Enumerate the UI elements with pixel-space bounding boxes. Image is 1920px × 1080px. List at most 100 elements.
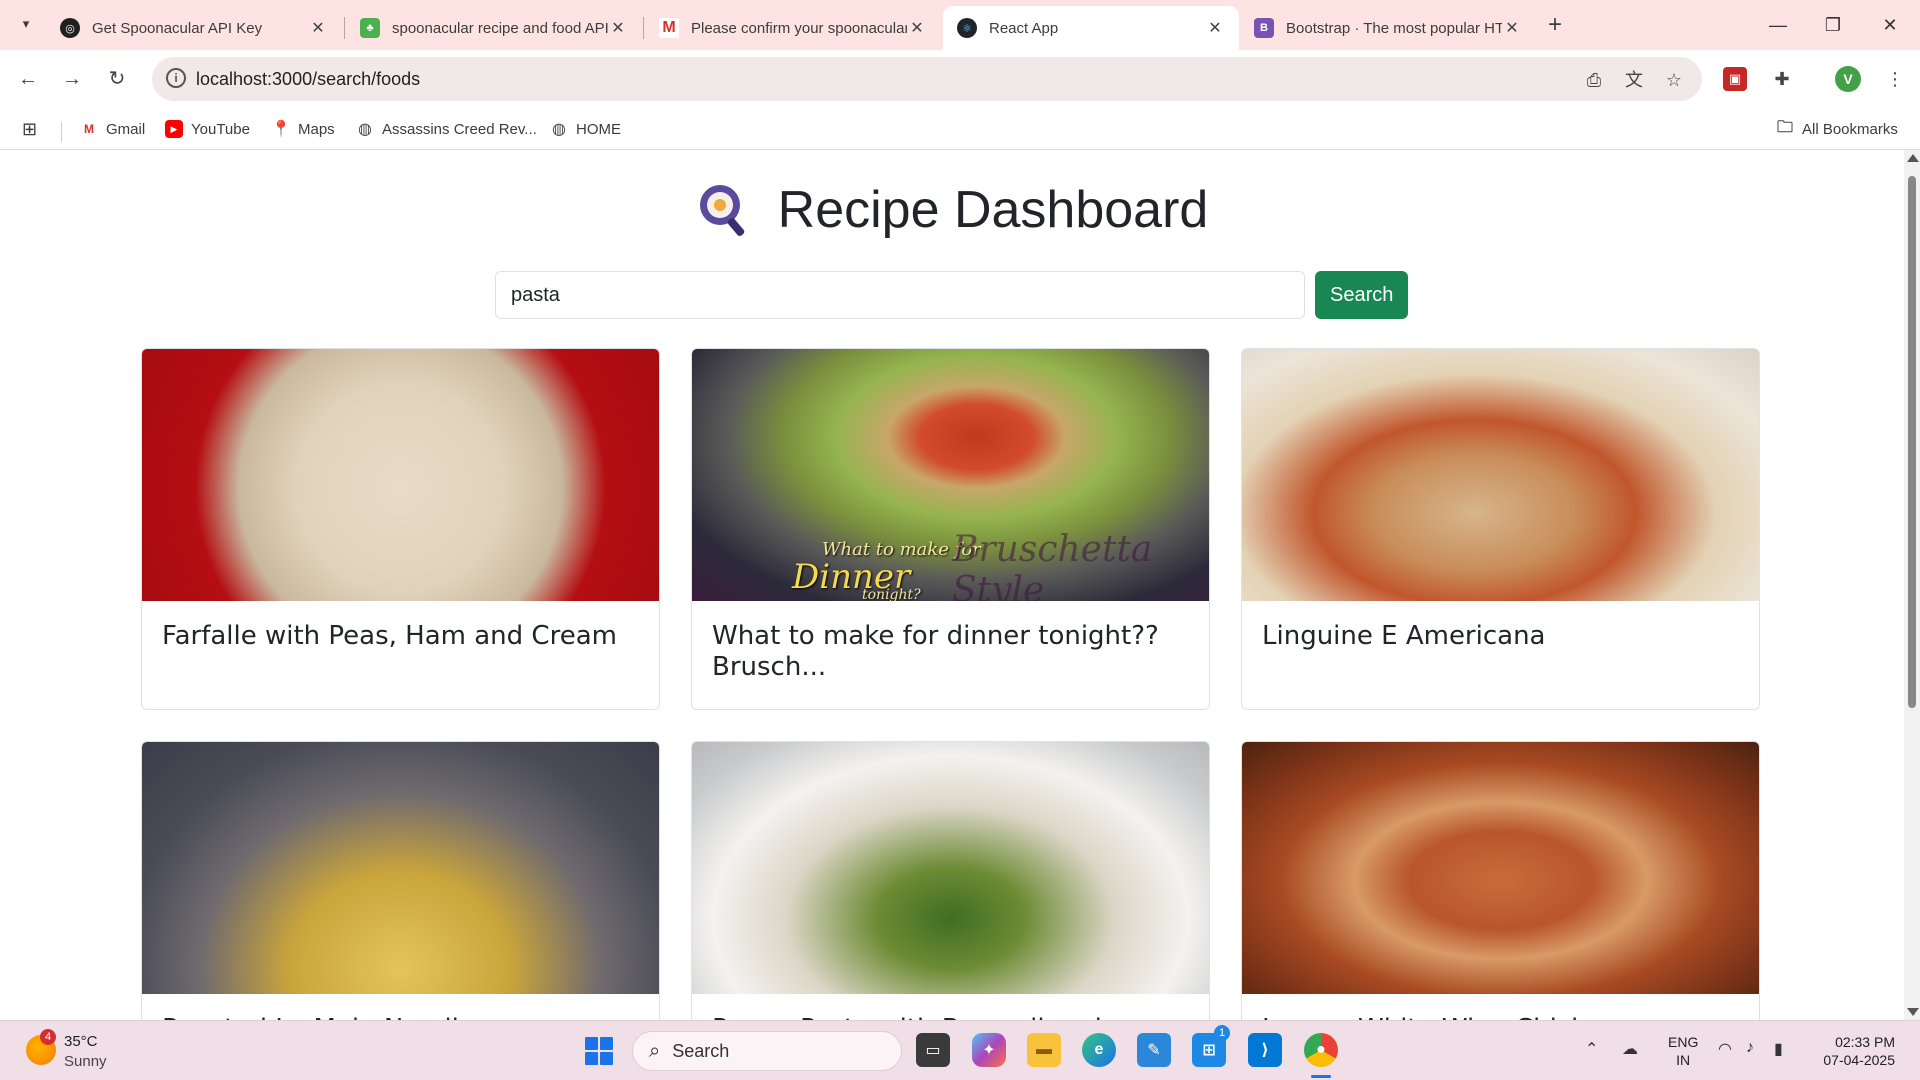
apps-grid-icon[interactable]: ⊞	[22, 116, 37, 142]
chrome-menu-icon[interactable]: ⋮	[1880, 64, 1910, 94]
tab-search-chevron-icon[interactable]: ▾	[12, 10, 40, 38]
recipe-title[interactable]: Farfalle with Peas, Ham and Cream	[142, 601, 659, 652]
url-text[interactable]: localhost:3000/search/foods	[196, 69, 420, 90]
windows-start-icon[interactable]	[585, 1037, 613, 1065]
tab-gmail-confirm[interactable]: M Please confirm your spoonacular ✕	[645, 6, 941, 50]
edge-icon[interactable]: e	[1082, 1033, 1116, 1067]
tab-close-icon[interactable]: ✕	[1205, 18, 1225, 38]
extensions-puzzle-icon[interactable]: ✚	[1767, 64, 1797, 94]
vscode-icon[interactable]: ⟩	[1248, 1033, 1282, 1067]
recipe-card[interactable]: Farfalle with Peas, Ham and Cream	[141, 348, 660, 710]
wifi-icon[interactable]: ◠	[1718, 1039, 1732, 1059]
recipe-title[interactable]: Roasted Lo Mein Noodles	[142, 994, 659, 1020]
recipe-image[interactable]	[142, 349, 659, 601]
maps-pin-icon: 📍	[271, 121, 291, 138]
scrollbar-thumb[interactable]	[1908, 176, 1916, 708]
recipe-image[interactable]	[1242, 349, 1759, 601]
bookmark-star-icon[interactable]: ☆	[1661, 67, 1687, 93]
install-app-icon[interactable]: ⎙	[1581, 67, 1607, 93]
tab-react-app[interactable]: ⚛ React App ✕	[943, 6, 1239, 50]
tab-bootstrap[interactable]: B Bootstrap · The most popular HTML ✕	[1240, 6, 1536, 50]
weather-condition[interactable]: Sunny	[64, 1053, 107, 1070]
new-tab-plus-icon[interactable]: +	[1540, 10, 1570, 40]
globe-icon: ◍	[552, 121, 566, 138]
minimize-icon[interactable]: —	[1758, 8, 1798, 42]
language-indicator[interactable]: ENG IN	[1668, 1033, 1698, 1069]
youtube-icon: ▶	[165, 120, 183, 138]
weather-temperature[interactable]: 35°C	[64, 1033, 98, 1050]
bookmark-label: Assassins Creed Rev...	[382, 120, 537, 138]
recipe-card[interactable]: Penne Pasta with Broccoli and Cheese	[691, 741, 1210, 1020]
tab-spoonacular-api[interactable]: ♣ spoonacular recipe and food API ✕	[346, 6, 642, 50]
chevron-up-icon[interactable]: ⌃	[1585, 1039, 1598, 1059]
recipe-search-input[interactable]	[495, 271, 1305, 319]
tab-close-icon[interactable]: ✕	[608, 18, 628, 38]
search-icon: ⌕	[649, 1039, 661, 1062]
profile-avatar[interactable]: V	[1835, 66, 1861, 92]
tab-title: spoonacular recipe and food API	[392, 19, 608, 37]
address-bar[interactable]: i localhost:3000/search/foods ⎙ 文 ☆	[152, 57, 1702, 101]
recipe-title[interactable]: Lemon White Wine Chicken over Linguine	[1242, 994, 1759, 1020]
recipe-card[interactable]: Lemon White Wine Chicken over Linguine	[1241, 741, 1760, 1020]
page-header: Recipe Dashboard	[0, 180, 1904, 240]
bookmark-label: Maps	[298, 120, 335, 138]
recipe-image[interactable]	[1242, 742, 1759, 994]
bookmark-label: HOME	[576, 120, 621, 138]
scroll-up-arrow-icon[interactable]	[1907, 154, 1919, 162]
chrome-icon[interactable]: ●	[1304, 1033, 1338, 1067]
recipe-title[interactable]: Penne Pasta with Broccoli and Cheese	[692, 994, 1209, 1020]
recipe-title[interactable]: Linguine E Americana	[1242, 601, 1759, 652]
translate-icon[interactable]: 文	[1621, 67, 1647, 93]
recipe-card[interactable]: What to make for Dinner tonight? Brusche…	[691, 348, 1210, 710]
clock-date: 07-04-2025	[1823, 1052, 1895, 1068]
extension-red-icon[interactable]: ▣	[1723, 67, 1747, 91]
pen-app-icon[interactable]: ✎	[1137, 1033, 1171, 1067]
gmail-icon: M	[84, 122, 94, 136]
tab-close-icon[interactable]: ✕	[1502, 18, 1522, 38]
bookmark-assassins-creed[interactable]: ◍ Assassins Creed Rev...	[356, 116, 537, 142]
all-bookmarks-label: All Bookmarks	[1802, 120, 1898, 138]
bookmark-home[interactable]: ◍ HOME	[550, 116, 621, 142]
react-favicon-icon: ⚛	[957, 18, 977, 38]
copilot-icon[interactable]: ✦	[972, 1033, 1006, 1067]
reload-icon[interactable]: ↻	[101, 63, 133, 95]
browser-toolbar: ← → ↻ i localhost:3000/search/foods ⎙ 文 …	[0, 50, 1920, 108]
search-button[interactable]: Search	[1315, 271, 1409, 319]
recipe-title[interactable]: What to make for dinner tonight?? Brusch…	[692, 601, 1209, 683]
taskbar-search-box[interactable]: ⌕ Search	[632, 1031, 902, 1071]
clock-time: 02:33 PM	[1835, 1034, 1895, 1050]
recipe-card[interactable]: Linguine E Americana	[1241, 348, 1760, 710]
close-window-icon[interactable]: ✕	[1870, 8, 1910, 42]
spoonacular-favicon-icon: ♣	[360, 18, 380, 38]
all-bookmarks[interactable]: 🗀 All Bookmarks	[1776, 116, 1898, 142]
back-arrow-icon[interactable]: ←	[12, 63, 44, 95]
tab-title: Get Spoonacular API Key	[92, 19, 263, 37]
tab-get-api-key[interactable]: ◎ Get Spoonacular API Key ✕	[46, 6, 342, 50]
gmail-favicon-icon: M	[659, 18, 679, 38]
system-clock[interactable]: 02:33 PM 07-04-2025	[1815, 1033, 1895, 1069]
task-view-icon[interactable]: ▭	[916, 1033, 950, 1067]
bookmark-maps[interactable]: 📍 Maps	[271, 116, 335, 142]
page-scrollbar[interactable]	[1904, 150, 1920, 1020]
recipe-image[interactable]	[692, 742, 1209, 994]
battery-icon[interactable]: ▮	[1774, 1039, 1783, 1059]
image-caption-text: tonight?	[862, 587, 921, 601]
recipe-image[interactable]	[142, 742, 659, 994]
image-caption-text: Bruschetta Style	[952, 529, 1153, 601]
restore-icon[interactable]: ❐	[1813, 8, 1853, 42]
language-code: ENG	[1668, 1034, 1699, 1050]
volume-icon[interactable]: ♪	[1746, 1039, 1754, 1057]
site-info-icon[interactable]: i	[166, 68, 186, 88]
recipe-logo-icon	[696, 181, 754, 239]
scroll-down-arrow-icon[interactable]	[1907, 1008, 1919, 1016]
recipe-image[interactable]: What to make for Dinner tonight? Brusche…	[692, 349, 1209, 601]
forward-arrow-icon[interactable]: →	[56, 63, 88, 95]
recipe-card[interactable]: Roasted Lo Mein Noodles	[141, 741, 660, 1020]
bookmark-youtube[interactable]: ▶ YouTube	[165, 116, 250, 142]
bookmark-gmail[interactable]: M Gmail	[80, 116, 145, 142]
tab-close-icon[interactable]: ✕	[907, 18, 927, 38]
file-explorer-icon[interactable]: ▬	[1027, 1033, 1061, 1067]
onedrive-icon[interactable]: ☁	[1622, 1039, 1638, 1059]
page-viewport: Recipe Dashboard Search Farfalle with Pe…	[0, 150, 1920, 1020]
tab-close-icon[interactable]: ✕	[308, 18, 328, 38]
